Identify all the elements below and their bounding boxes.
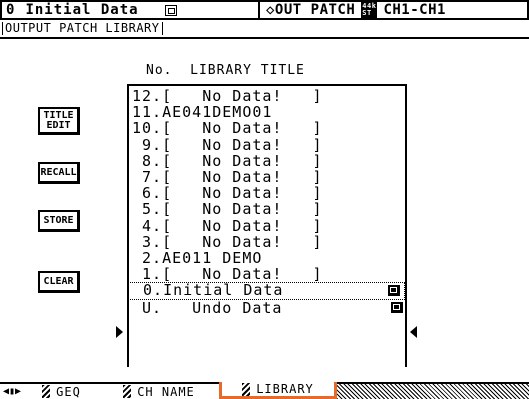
memory-number: 0 [6,2,16,18]
tab-scroll-arrows-icon[interactable]: ◀▮▶ [0,384,24,399]
memory-title: Initial Data [25,2,139,18]
lock-icon [391,302,403,314]
library-item[interactable]: 6.[ No Data! ] [132,185,407,201]
library-item[interactable]: 4.[ No Data! ] [132,218,407,234]
title-edit-button[interactable]: TITLE EDIT [38,107,80,135]
library-item[interactable]: 2.AE011 DEMO [132,250,407,266]
library-item[interactable]: 10.[ No Data! ] [132,120,407,136]
tab-ch-name[interactable]: CH NAME [99,384,219,399]
title-edit-label-2: EDIT [46,119,71,131]
sample-rate-indicator: 44k ST [361,2,378,18]
tab-library[interactable]: LIBRARY [219,382,337,399]
library-item[interactable]: 11.AE041DEMO01 [132,104,407,120]
selection-arrow-left-icon [116,326,123,338]
header-bar: 0 Initial Data ◇OUT PATCH 44k ST CH1-CH1 [0,0,529,20]
store-button[interactable]: STORE [38,210,80,232]
library-item[interactable]: 5.[ No Data! ] [132,201,407,217]
library-item[interactable]: 12.[ No Data! ] [132,88,407,104]
tab-geq[interactable]: GEQ [24,384,99,399]
title-edit-label-1: TITLE [43,109,74,121]
library-item[interactable]: 7.[ No Data! ] [132,169,407,185]
library-item[interactable]: 1.[ No Data! ] [132,266,407,282]
screen-name: ◇OUT PATCH [266,2,356,18]
tab-bar-fill [337,384,529,399]
protect-lock-icon [164,4,177,16]
screen-info: ◇OUT PATCH 44k ST CH1-CH1 [260,2,527,18]
tab-separator-icon [42,385,51,398]
selection-arrow-right-icon [410,326,417,338]
library-column-header: No. LIBRARY TITLE [146,63,305,78]
lock-icon [388,285,400,297]
library-item[interactable]: 9.[ No Data! ] [132,137,407,153]
sync-mode: ST [362,9,372,17]
title-divider [0,37,529,39]
page-title: OUTPUT PATCH LIBRARY [2,22,163,35]
tab-separator-icon [242,382,251,396]
clear-button[interactable]: CLEAR [38,271,80,293]
channel-indicator: CH1-CH1 [383,2,446,18]
tab-separator-icon [123,385,132,398]
recall-button[interactable]: RECALL [38,162,80,184]
tab-bar: ◀▮▶ GEQ CH NAME LIBRARY [0,382,529,399]
library-item-selected[interactable]: 0.Initial Data [128,282,405,301]
library-list[interactable]: 12.[ No Data! ] 11.AE041DEMO01 10.[ No D… [128,88,407,316]
library-item[interactable]: 3.[ No Data! ] [132,234,407,250]
library-item[interactable]: U. Undo Data [132,300,407,316]
library-item[interactable]: 8.[ No Data! ] [132,153,407,169]
scene-memory-display: 0 Initial Data [2,2,258,18]
